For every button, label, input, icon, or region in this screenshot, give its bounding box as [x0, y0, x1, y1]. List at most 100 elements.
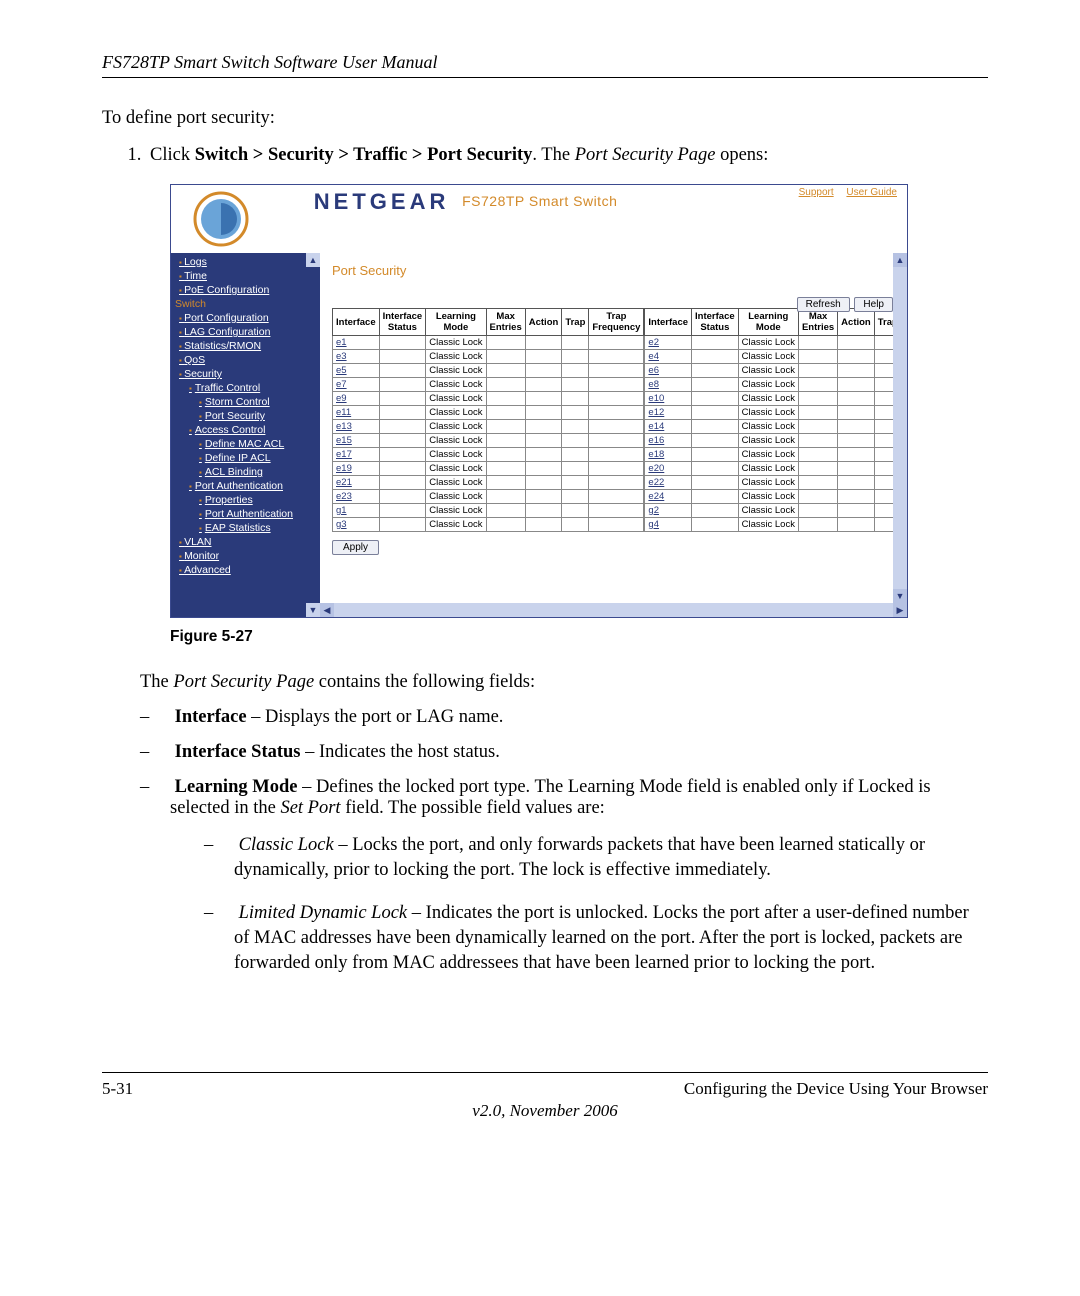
- field-status-label: Interface Status: [175, 742, 301, 762]
- table-cell: [838, 476, 875, 490]
- col-action-r: Action: [838, 309, 875, 336]
- sidebar-item-qos[interactable]: QoS: [171, 353, 320, 367]
- sidebar-item-logs[interactable]: Logs: [171, 255, 320, 269]
- sidebar-item-eap-statistics[interactable]: EAP Statistics: [171, 521, 320, 535]
- table-cell: [798, 518, 837, 532]
- sidebar-item-access-control[interactable]: Access Control: [171, 423, 320, 437]
- help-button[interactable]: Help: [854, 297, 893, 312]
- sidebar-item-advanced[interactable]: Advanced: [171, 563, 320, 577]
- sidebar-item-time[interactable]: Time: [171, 269, 320, 283]
- interface-link[interactable]: e5: [336, 365, 347, 376]
- interface-link[interactable]: e22: [648, 477, 664, 488]
- table-row: e7 Classic Lock: [333, 378, 644, 392]
- main-horizontal-scrollbar[interactable]: ◀ ▶: [320, 603, 907, 617]
- refresh-button[interactable]: Refresh: [797, 297, 850, 312]
- interface-link[interactable]: g4: [648, 519, 659, 530]
- table-cell: [838, 350, 875, 364]
- sidebar-item-traffic-control[interactable]: Traffic Control: [171, 381, 320, 395]
- table-row: e4 Classic Lock: [645, 350, 901, 364]
- interface-link[interactable]: g2: [648, 505, 659, 516]
- col-interface-status: Interface Status: [379, 309, 426, 336]
- sidebar-item-storm-control[interactable]: Storm Control: [171, 395, 320, 409]
- sidebar-scroll-up-icon[interactable]: ▲: [306, 253, 320, 267]
- interface-link[interactable]: e10: [648, 393, 664, 404]
- interface-link[interactable]: e8: [648, 379, 659, 390]
- sidebar-item-lag-config[interactable]: LAG Configuration: [171, 325, 320, 339]
- interface-link[interactable]: g3: [336, 519, 347, 530]
- brand-name: NETGEAR: [314, 189, 450, 215]
- subfield-classic-lock: Classic Lock – Locks the port, and only …: [204, 833, 988, 883]
- interface-link[interactable]: e11: [336, 407, 351, 418]
- table-cell: [692, 350, 739, 364]
- sidebar-item-security[interactable]: Security: [171, 367, 320, 381]
- table-row: g3 Classic Lock: [333, 518, 644, 532]
- interface-link[interactable]: e4: [648, 351, 659, 362]
- interface-link[interactable]: e3: [336, 351, 347, 362]
- sidebar-item-port-security[interactable]: Port Security: [171, 409, 320, 423]
- sidebar-scroll-down-icon[interactable]: ▼: [306, 603, 320, 617]
- user-guide-link[interactable]: User Guide: [846, 187, 897, 198]
- main-vertical-scrollbar[interactable]: ▲ ▼: [893, 253, 907, 603]
- sidebar-item-port-authentication[interactable]: Port Authentication: [171, 479, 320, 493]
- support-link[interactable]: Support: [799, 187, 834, 198]
- step1-post: opens:: [715, 145, 768, 165]
- interface-link[interactable]: e18: [648, 449, 664, 460]
- interface-link[interactable]: e16: [648, 435, 664, 446]
- table-cell: [589, 490, 644, 504]
- sidebar-item-define-ip-acl[interactable]: Define IP ACL: [171, 451, 320, 465]
- sidebar-item-acl-binding[interactable]: ACL Binding: [171, 465, 320, 479]
- table-cell: [379, 504, 426, 518]
- table-cell: [379, 476, 426, 490]
- table-cell: [589, 350, 644, 364]
- sidebar-item-statistics-rmon[interactable]: Statistics/RMON: [171, 339, 320, 353]
- interface-link[interactable]: e21: [336, 477, 352, 488]
- interface-link[interactable]: e1: [336, 337, 347, 348]
- table-cell: Classic Lock: [738, 504, 798, 518]
- interface-link[interactable]: e24: [648, 491, 664, 502]
- interface-link[interactable]: e6: [648, 365, 659, 376]
- app-topbar: NETGEAR FS728TP Smart Switch Support Use…: [171, 185, 907, 253]
- sidebar-item-monitor[interactable]: Monitor: [171, 549, 320, 563]
- table-cell: [486, 448, 525, 462]
- table-cell: [562, 406, 589, 420]
- table-cell: [525, 476, 562, 490]
- interface-link[interactable]: e9: [336, 393, 347, 404]
- scroll-down-icon[interactable]: ▼: [893, 589, 907, 603]
- table-row: e11 Classic Lock: [333, 406, 644, 420]
- table-row: g2 Classic Lock: [645, 504, 901, 518]
- sidebar-item-poe[interactable]: PoE Configuration: [171, 283, 320, 297]
- fields-intro: The Port Security Page contains the foll…: [140, 672, 988, 693]
- interface-link[interactable]: e12: [648, 407, 664, 418]
- table-cell: [798, 476, 837, 490]
- table-cell: e22: [645, 476, 692, 490]
- interface-link[interactable]: e2: [648, 337, 659, 348]
- scroll-right-icon[interactable]: ▶: [893, 603, 907, 617]
- sidebar-item-port-authentication-2[interactable]: Port Authentication: [171, 507, 320, 521]
- table-cell: [692, 420, 739, 434]
- scroll-left-icon[interactable]: ◀: [320, 603, 334, 617]
- interface-link[interactable]: e17: [336, 449, 352, 460]
- interface-link[interactable]: e23: [336, 491, 352, 502]
- interface-link[interactable]: e14: [648, 421, 664, 432]
- sidebar-item-port-config[interactable]: Port Configuration: [171, 311, 320, 325]
- table-cell: e13: [333, 420, 380, 434]
- table-cell: [525, 434, 562, 448]
- table-cell: [525, 336, 562, 350]
- table-cell: [798, 448, 837, 462]
- page-number: 5-31: [102, 1079, 133, 1099]
- table-cell: [838, 420, 875, 434]
- apply-button[interactable]: Apply: [332, 540, 379, 555]
- table-row: g1 Classic Lock: [333, 504, 644, 518]
- interface-link[interactable]: e7: [336, 379, 347, 390]
- sidebar-item-properties[interactable]: Properties: [171, 493, 320, 507]
- table-cell: [486, 364, 525, 378]
- interface-link[interactable]: e13: [336, 421, 352, 432]
- table-row: e21 Classic Lock: [333, 476, 644, 490]
- scroll-up-icon[interactable]: ▲: [893, 253, 907, 267]
- sidebar-item-vlan[interactable]: VLAN: [171, 535, 320, 549]
- interface-link[interactable]: e20: [648, 463, 664, 474]
- interface-link[interactable]: g1: [336, 505, 347, 516]
- sidebar-item-define-mac-acl[interactable]: Define MAC ACL: [171, 437, 320, 451]
- interface-link[interactable]: e15: [336, 435, 352, 446]
- interface-link[interactable]: e19: [336, 463, 352, 474]
